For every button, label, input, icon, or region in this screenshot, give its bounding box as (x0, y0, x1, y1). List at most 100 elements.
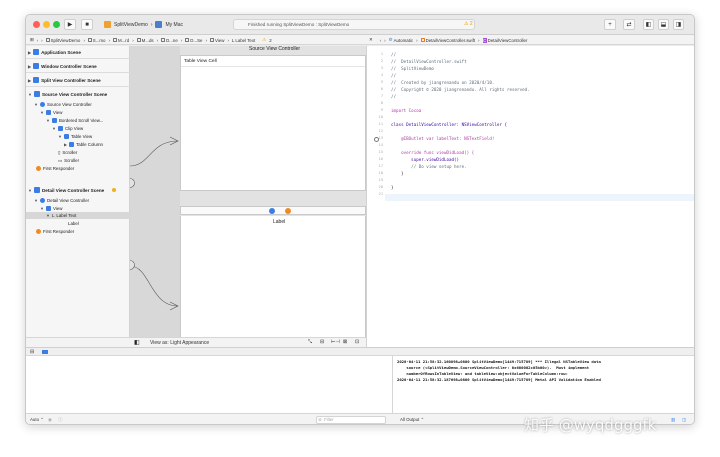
breakpoints-icon[interactable] (42, 350, 48, 354)
outlet-connection-icon[interactable] (374, 137, 379, 142)
info-icon[interactable]: ⓘ (58, 417, 62, 423)
tree-table-view[interactable]: ▼ Table View (58, 133, 92, 140)
eye-icon[interactable]: ◉ (48, 417, 52, 423)
align-icon[interactable]: ⊟ (320, 339, 324, 345)
stop-button[interactable]: ■ (81, 19, 93, 30)
tree-scroller-1[interactable]: ▯ Scroller (58, 149, 77, 156)
scene-source-view-controller[interactable]: ▼ Source View Controller Scene (28, 89, 107, 99)
warning-badge[interactable]: ⚠ 2 (464, 21, 473, 27)
update-frames-icon[interactable]: ⤡ (308, 339, 312, 345)
tree-detail-view-controller[interactable]: ▼ Detail View Controller (34, 197, 89, 204)
view-as-appearance[interactable]: View as: Light Appearance (150, 340, 209, 346)
stop-icon: ■ (85, 21, 89, 28)
minimize-window-button[interactable] (43, 21, 50, 28)
code-line: // (391, 52, 397, 57)
tree-label[interactable]: Label (68, 220, 79, 227)
chevron-right-icon: › (150, 21, 153, 28)
play-icon: ▶ (67, 22, 73, 28)
code-line: super.viewDidLoad() (391, 157, 460, 162)
source-view-controller-scene[interactable]: Table View Cell (180, 55, 366, 191)
console-output[interactable]: 2020-04-11 21:58:32.160898+0800 SplitVie… (393, 356, 694, 413)
variables-filter-input[interactable]: ⊜ Filter (316, 416, 386, 424)
code-line: override func viewDidLoad() { (391, 150, 475, 155)
tree-view[interactable]: ▼ View (40, 109, 62, 116)
plus-icon: + (608, 21, 612, 28)
status-text: Finished running SplitViewDemo : SplitVi… (248, 22, 350, 27)
code-line: @IBOutlet var labelText: NSTextField! (391, 136, 495, 141)
review-button[interactable]: ⇄ (623, 19, 635, 30)
tree-label-text[interactable]: ▼ L Label Text (46, 212, 76, 219)
back-arrow-icon[interactable]: ‹ (380, 38, 381, 43)
toolbar: ▶ ■ SplitViewDemo › My Mac Finished runn… (26, 15, 694, 35)
auto-variables-menu[interactable]: Auto ⌃ (30, 417, 44, 423)
debug-toggle[interactable]: ⬓ (658, 19, 669, 30)
scene-application[interactable]: ▶ Application Scene (28, 47, 81, 57)
crumb-scene[interactable]: D...ne (161, 38, 178, 43)
crumb-folder[interactable]: S...mo (87, 38, 105, 43)
crumb-project[interactable]: SplitViewDemo (45, 38, 80, 43)
label-icon: L (231, 37, 235, 43)
forward-arrow-icon[interactable]: › (41, 38, 42, 43)
crumb-class[interactable]: C DetailViewController (482, 37, 527, 43)
editor-breadcrumb: ✕ ‹ › ⚙ Automatic › DetailViewController.… (369, 37, 528, 43)
storyboard-breadcrumb: ⊞ ‹ › SplitViewDemo › S...mo › M...rd › … (30, 37, 272, 43)
resolve-issues-icon[interactable]: ⊠ (343, 339, 347, 345)
crumb-view[interactable]: View (209, 38, 224, 43)
current-line-highlight (385, 194, 694, 201)
table-view-cell[interactable]: Table View Cell (184, 59, 217, 64)
tree-source-view-controller[interactable]: ▼ Source View Controller (34, 101, 92, 108)
navigator-toggle[interactable]: ◧ (643, 19, 654, 30)
detail-view-controller-scene[interactable]: Label (180, 216, 366, 346)
tree-scroller-2[interactable]: ▭ Scroller (58, 157, 79, 164)
tree-first-responder-source[interactable]: First Responder (36, 165, 74, 172)
view-controller-icon[interactable] (269, 208, 275, 214)
class-icon: C (482, 37, 487, 43)
relationship-icon (130, 178, 135, 188)
scene-detail-view-controller[interactable]: ▼ Detail View Controller Scene (28, 185, 117, 195)
run-button[interactable]: ▶ (64, 19, 76, 30)
split-console-icon[interactable]: ◫ (682, 417, 686, 423)
crumb-controller[interactable]: D...Se (185, 38, 202, 43)
add-constraints-icon[interactable]: ⊢⊣ (331, 339, 340, 345)
crumb-label[interactable]: L Label Text (232, 38, 255, 43)
tree-detail-view[interactable]: ▼ View (40, 205, 62, 212)
jump-bar: ⊞ ‹ › SplitViewDemo › S...mo › M...rd › … (26, 35, 694, 45)
tree-table-column[interactable]: ▶ Table Column (64, 141, 103, 148)
crumb-automatic[interactable]: ⚙ Automatic (389, 37, 413, 43)
code-line: import Cocoa (391, 108, 422, 113)
crumb-storyboard[interactable]: M...rd (112, 38, 129, 43)
label-text-control[interactable]: Label (273, 219, 285, 225)
trash-icon[interactable]: ▥ (671, 417, 675, 423)
tree-clip-view[interactable]: ▼ Clip View (52, 125, 83, 132)
first-responder-icon[interactable] (285, 208, 291, 214)
crumb-file[interactable]: DetailViewController.swift (420, 38, 475, 43)
all-output-menu[interactable]: All Output ⌃ (400, 417, 424, 423)
bottom-panel-icon: ⬓ (660, 22, 667, 28)
hide-debug-icon[interactable]: ⊟ (30, 349, 34, 355)
code-line: // (391, 94, 397, 99)
tree-bordered-scroll-view[interactable]: ▼ Bordered Scroll View... (46, 117, 103, 124)
close-icon[interactable]: ✕ (369, 37, 373, 43)
library-button[interactable]: + (604, 19, 616, 30)
scene-split-view-controller[interactable]: ▶ Split View Controller Scene (28, 75, 101, 85)
scroller-icon: ▭ (58, 157, 63, 163)
warning-icon[interactable]: ⚠ (262, 37, 266, 43)
zoom-window-button[interactable] (53, 21, 60, 28)
embed-icon[interactable]: ⊡ (355, 339, 359, 345)
back-arrow-icon[interactable]: ‹ (37, 38, 38, 43)
code-line: } (391, 185, 394, 190)
grid-icon[interactable]: ⊞ (30, 37, 34, 43)
close-window-button[interactable] (33, 21, 40, 28)
tree-first-responder-detail[interactable]: First Responder (36, 228, 74, 235)
document-outline: ▶ Application Scene ▶ Window Controller Sc… (26, 46, 130, 356)
scene-window-controller[interactable]: ▶ Window Controller Scene (28, 61, 97, 71)
watermark: 知乎 @wyqdgggfk (524, 416, 657, 434)
scheme-selector[interactable]: SplitViewDemo › My Mac (104, 19, 183, 30)
inspector-toggle[interactable]: ◨ (673, 19, 684, 30)
panel-toggle-icon[interactable]: ◧ (134, 339, 140, 346)
variables-view (26, 356, 393, 413)
code-editor[interactable]: 1 2 3 4 5 6 7 8 9 10 11 12 13 14 15 16 1… (366, 46, 694, 347)
crumb-base[interactable]: M...ds (136, 38, 154, 43)
scheme-destination: My Mac (165, 21, 183, 28)
forward-arrow-icon[interactable]: › (384, 38, 385, 43)
